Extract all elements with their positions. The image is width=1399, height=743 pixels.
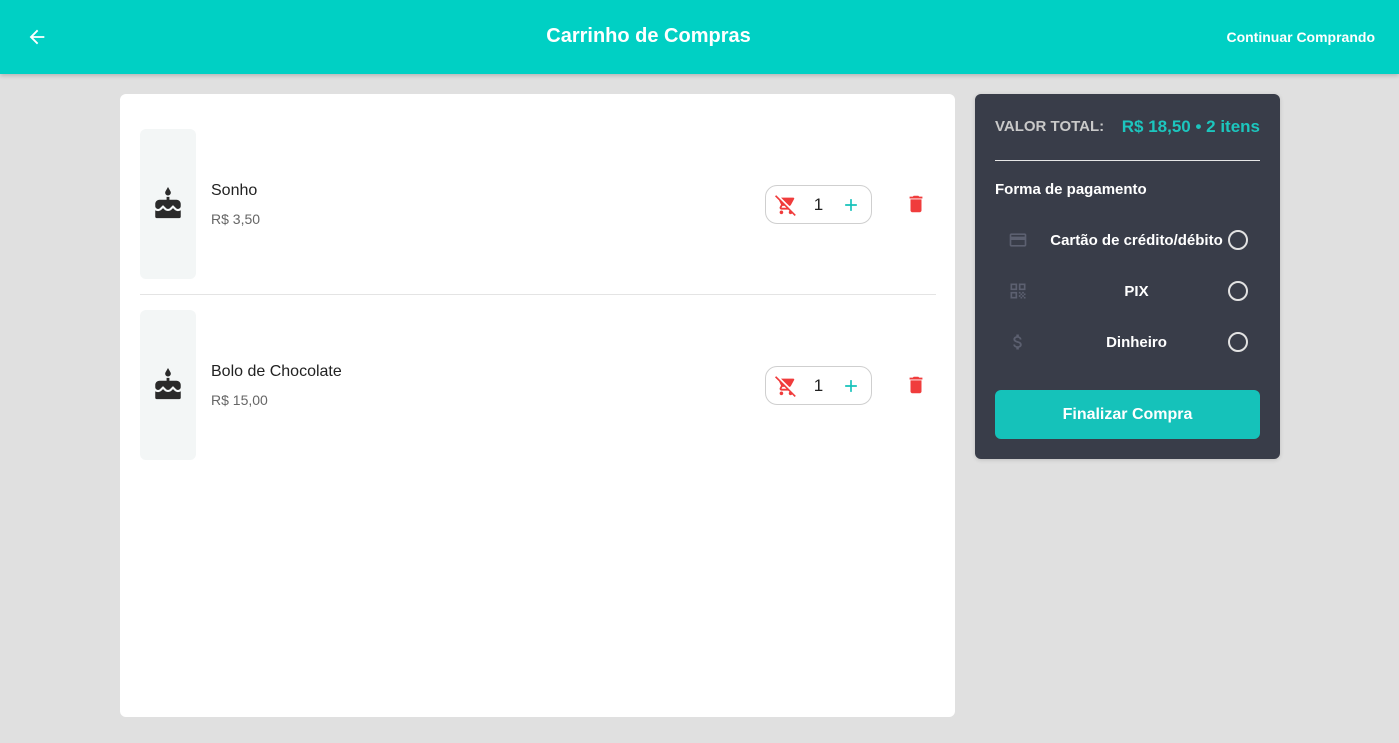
payment-method-title: Forma de pagamento [995, 181, 1147, 198]
remove-from-cart-button[interactable] [775, 194, 797, 216]
increase-quantity-button[interactable] [840, 375, 862, 397]
delete-item-button[interactable] [904, 192, 928, 216]
payment-option-label: Dinheiro [1106, 334, 1167, 351]
app-bar: Carrinho de Compras Continuar Comprando [0, 0, 1399, 74]
payment-radio[interactable] [1228, 332, 1248, 352]
remove-shopping-cart-icon [775, 194, 796, 216]
plus-icon [845, 379, 857, 392]
cart-list: Sonho R$ 3,50 1 Bolo de Chocolate R$ 15,… [120, 94, 955, 717]
finish-purchase-button[interactable]: Finalizar Compra [995, 390, 1260, 439]
item-price: R$ 15,00 [211, 392, 268, 408]
item-price: R$ 3,50 [211, 211, 261, 227]
item-name: Bolo de Chocolate [211, 363, 342, 380]
payment-radio[interactable] [1228, 281, 1248, 301]
payment-option-card[interactable]: Cartão de crédito/débito [995, 225, 1260, 255]
dollar-icon [1007, 332, 1029, 352]
item-divider [140, 294, 936, 295]
summary-divider [995, 160, 1260, 161]
item-thumbnail [140, 129, 196, 279]
item-thumbnail [140, 310, 196, 460]
trash-icon [909, 376, 923, 394]
quantity-value: 1 [813, 375, 824, 395]
quantity-value: 1 [813, 194, 824, 214]
remove-from-cart-button[interactable] [775, 375, 797, 397]
increase-quantity-button[interactable] [840, 194, 862, 216]
continue-shopping-button[interactable]: Continuar Comprando [1226, 29, 1375, 45]
item-name: Sonho [211, 182, 258, 199]
page-title: Carrinho de Compras [546, 25, 751, 47]
cart-item: Bolo de Chocolate R$ 15,00 1 [140, 310, 936, 460]
payment-option-label: PIX [1124, 283, 1149, 300]
quantity-stepper: 1 [765, 366, 872, 405]
credit-card-icon [1007, 230, 1029, 250]
payment-option-pix[interactable]: PIX [995, 276, 1260, 306]
trash-icon [909, 195, 923, 213]
qr-code-icon [1007, 281, 1029, 301]
payment-radio[interactable] [1228, 230, 1248, 250]
total-value: R$ 18,50 • 2 itens [1121, 117, 1260, 136]
total-label: VALOR TOTAL: [995, 118, 1105, 135]
delete-item-button[interactable] [904, 373, 928, 397]
payment-option-label: Cartão de crédito/débito [1050, 232, 1223, 249]
remove-shopping-cart-icon [775, 375, 796, 397]
cake-icon [155, 187, 181, 219]
payment-option-cash[interactable]: Dinheiro [995, 327, 1260, 357]
quantity-stepper: 1 [765, 185, 872, 224]
cake-icon [155, 368, 181, 400]
plus-icon [845, 198, 857, 211]
cart-item: Sonho R$ 3,50 1 [140, 129, 936, 279]
order-summary: VALOR TOTAL: R$ 18,50 • 2 itens Forma de… [975, 94, 1280, 459]
